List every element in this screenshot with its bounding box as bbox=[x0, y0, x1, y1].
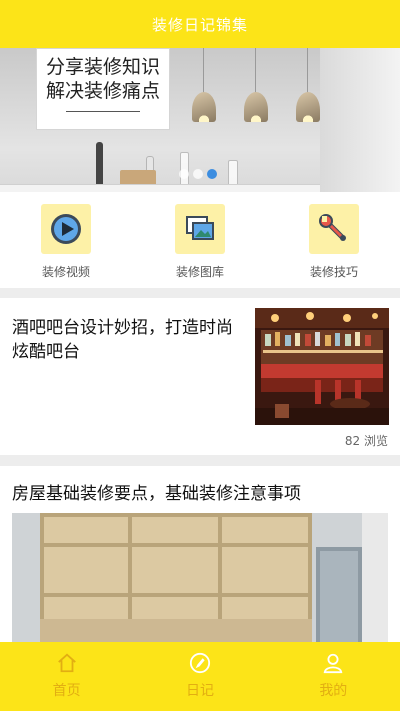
article-thumbnail[interactable] bbox=[12, 513, 388, 642]
banner-sign-line-1: 分享装修知识 bbox=[45, 56, 160, 78]
article-title[interactable]: 房屋基础装修要点，基础装修注意事项 bbox=[12, 482, 388, 506]
quick-links: 装修视频 装修图库 装修技巧 bbox=[0, 192, 400, 288]
page-title: 装修日记锦集 bbox=[151, 15, 248, 34]
nav-item-mine[interactable]: 我的 bbox=[267, 642, 400, 711]
carousel-dot[interactable] bbox=[179, 169, 189, 179]
carousel-dot[interactable] bbox=[193, 169, 203, 179]
counter-top bbox=[0, 184, 320, 192]
wrench-icon bbox=[309, 204, 359, 254]
article-card[interactable]: 房屋基础装修要点，基础装修注意事项 bbox=[0, 466, 400, 642]
quick-link-tips[interactable]: 装修技巧 bbox=[284, 204, 384, 280]
nav-label: 日记 bbox=[185, 683, 214, 699]
carousel-dot-active[interactable] bbox=[207, 169, 217, 179]
nav-label: 首页 bbox=[52, 683, 81, 699]
video-play-icon bbox=[41, 204, 91, 254]
quick-link-label: 装修技巧 bbox=[309, 265, 358, 279]
quick-link-label: 装修视频 bbox=[41, 265, 90, 279]
banner-sign-rule bbox=[66, 111, 140, 112]
pendant-lamp bbox=[244, 48, 268, 128]
gallery-icon bbox=[175, 204, 225, 254]
bottom-nav: 首页 日记 我的 bbox=[0, 642, 400, 711]
article-title[interactable]: 酒吧吧台设计妙招，打造时尚炫酷吧台 bbox=[12, 316, 248, 364]
article-card[interactable]: 酒吧吧台设计妙招，打造时尚炫酷吧台 82 浏览 bbox=[0, 298, 400, 455]
pendant-lamp bbox=[296, 48, 320, 128]
header-bar: 装修日记锦集 bbox=[0, 0, 400, 48]
article-thumbnail[interactable] bbox=[255, 308, 389, 425]
nav-item-diary[interactable]: 日记 bbox=[133, 642, 266, 711]
quick-link-gallery[interactable]: 装修图库 bbox=[150, 204, 250, 280]
banner-sign-line-2: 解决装修痛点 bbox=[45, 80, 160, 102]
nav-label: 我的 bbox=[319, 683, 348, 699]
compass-icon bbox=[189, 652, 211, 674]
banner-wall bbox=[320, 48, 400, 192]
quick-link-video[interactable]: 装修视频 bbox=[16, 204, 116, 280]
user-icon bbox=[324, 653, 343, 674]
banner-sign: 分享装修知识 解决装修痛点 bbox=[36, 48, 170, 130]
app-screen: 装修日记锦集 分享装修知识 解决装修痛点 装修视频 装修图库 装修技巧 酒吧吧台… bbox=[0, 0, 400, 711]
bottle bbox=[96, 142, 103, 186]
glass bbox=[228, 160, 238, 186]
pendant-lamp bbox=[192, 48, 216, 128]
carousel-indicator bbox=[179, 169, 217, 179]
home-icon bbox=[57, 653, 76, 673]
view-count: 82 浏览 bbox=[344, 434, 388, 448]
quick-link-label: 装修图库 bbox=[175, 265, 224, 279]
nav-item-home[interactable]: 首页 bbox=[0, 642, 133, 711]
